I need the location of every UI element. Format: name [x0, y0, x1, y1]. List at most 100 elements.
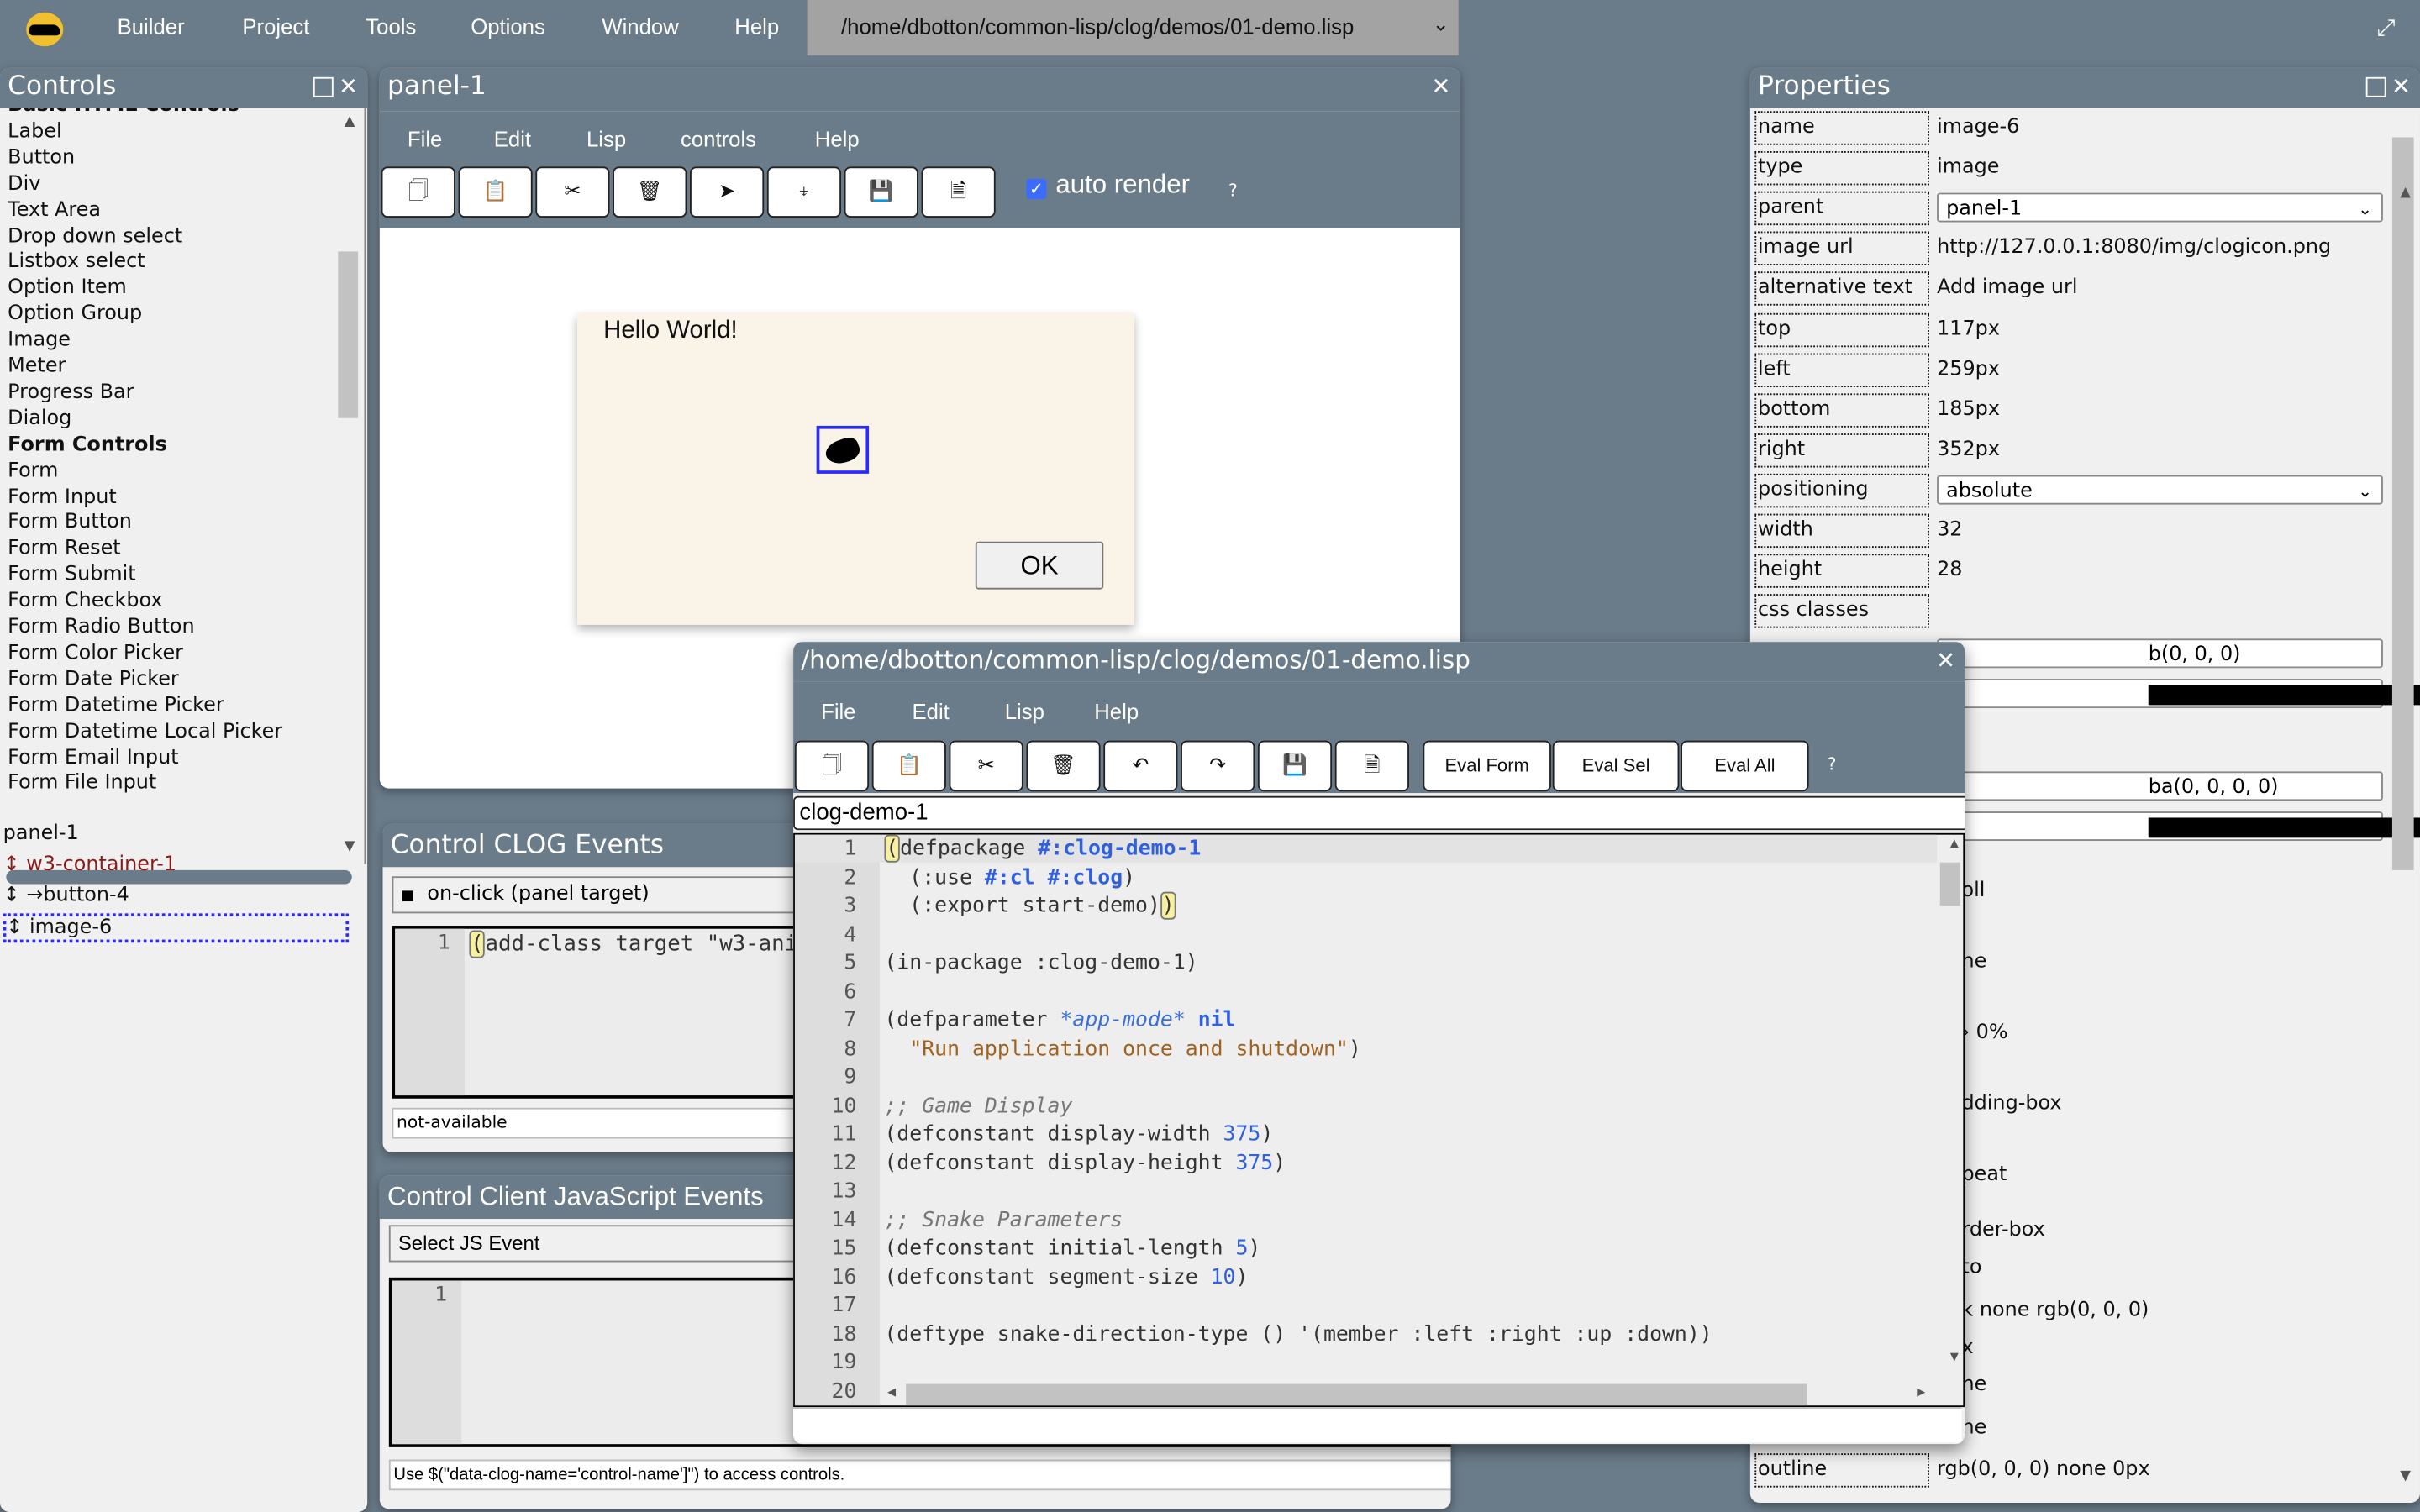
controls-titlebar[interactable]: Controls ✕	[0, 67, 368, 108]
property-select[interactable]: panel-1 ⌄	[1937, 192, 2383, 223]
control-item[interactable]: Form Date Picker	[8, 668, 179, 691]
control-item[interactable]: Meter	[8, 354, 66, 378]
control-item[interactable]: Form Datetime Picker	[8, 694, 224, 717]
save-button[interactable]: 💾	[844, 166, 918, 218]
property-value-partial[interactable]: peat	[1961, 1163, 2007, 1187]
code-scrollbar-thumb[interactable]	[1939, 862, 1960, 906]
control-item[interactable]: Div	[8, 172, 40, 196]
property-value-partial[interactable]: rder-box	[1961, 1219, 2044, 1242]
redo-button[interactable]: ↷	[1181, 740, 1255, 792]
property-value-partial[interactable]: › 0%	[1961, 1021, 2007, 1045]
tree-item[interactable]: ↕ →button-4	[3, 884, 129, 907]
control-item[interactable]: Form Button	[8, 512, 132, 535]
control-item[interactable]: Option Group	[8, 302, 142, 326]
control-item[interactable]: Label	[8, 120, 61, 144]
control-item[interactable]: Form File Input	[8, 772, 156, 795]
control-item[interactable]: Form Radio Button	[8, 616, 194, 639]
panel-menu-help[interactable]: Help	[815, 127, 860, 151]
property-value-partial[interactable]: ne	[1961, 950, 1986, 974]
menu-builder[interactable]: Builder	[118, 14, 185, 39]
help-icon[interactable]: ?	[1828, 754, 1837, 774]
control-item[interactable]: Form	[8, 459, 58, 483]
property-value-partial[interactable]: k none rgb(0, 0, 0)	[1961, 1299, 2149, 1323]
maximize-icon[interactable]	[313, 76, 334, 97]
property-value[interactable]: 185px	[1937, 397, 2000, 421]
scroll-up-icon[interactable]: ▲	[2400, 185, 2411, 200]
render-button[interactable]: ➤	[690, 166, 765, 218]
property-color-select-1[interactable]: ⌄	[1937, 679, 2420, 709]
property-value[interactable]: image-6	[1937, 116, 2019, 139]
control-item[interactable]: Form Color Picker	[8, 642, 183, 665]
expand-icon[interactable]: ⤢	[2377, 14, 2396, 42]
editor-menu-help[interactable]: Help	[1094, 699, 1139, 723]
scroll-up-icon[interactable]: ▲	[1950, 837, 1959, 852]
menu-project[interactable]: Project	[242, 14, 309, 39]
control-item[interactable]: Basic HTML Controls	[8, 108, 239, 118]
save-button[interactable]: 💾	[1257, 740, 1333, 792]
scroll-left-icon[interactable]: ◀	[887, 1385, 896, 1400]
delete-button[interactable]: 🗑	[1026, 740, 1101, 792]
paste-to-button[interactable]: ⍖	[766, 166, 842, 218]
property-value[interactable]: 117px	[1937, 317, 2000, 340]
property-value[interactable]: Add image url	[1937, 276, 2077, 300]
property-value[interactable]: http://127.0.0.1:8080/img/clogicon.png	[1937, 237, 2331, 260]
move-handle-icon[interactable]: ↕	[3, 853, 27, 877]
scroll-up-icon[interactable]: ▲	[345, 114, 355, 129]
control-item[interactable]: Option Item	[8, 276, 127, 300]
eval-all-button[interactable]: Eval All	[1681, 740, 1809, 792]
export-button[interactable]: 🗎	[1334, 740, 1409, 792]
code-editor[interactable]: 1 2 3 4 5 6 7 8 9 10 11 12 13 14 15 16 17 18 19 20 (defpack…	[793, 832, 1965, 1408]
control-item[interactable]: Drop down select	[8, 224, 182, 248]
panel-menu-lisp[interactable]: Lisp	[587, 127, 626, 151]
code-vertical-scrollbar[interactable]: ▲ ▼	[1939, 835, 1963, 1378]
editor-titlebar[interactable]: /home/dbotton/common-lisp/clog/demos/01-…	[793, 642, 1965, 682]
menu-options[interactable]: Options	[471, 14, 545, 39]
property-color-input-1[interactable]: b(0, 0, 0)	[1937, 638, 2383, 669]
control-item[interactable]: Image	[8, 328, 71, 352]
property-value[interactable]: image	[1937, 156, 1999, 180]
property-value-partial[interactable]: dding-box	[1961, 1092, 2061, 1116]
property-color-select-2[interactable]: ⌄	[1937, 811, 2420, 842]
close-icon[interactable]: ✕	[1431, 72, 1450, 100]
clog-image-selected[interactable]	[816, 425, 870, 474]
editor-menu-file[interactable]: File	[821, 699, 855, 723]
hello-dialog[interactable]: Hello World! OK	[576, 312, 1134, 625]
tree-item[interactable]: panel-1	[3, 822, 79, 846]
close-icon[interactable]: ✕	[1936, 647, 1955, 675]
export-button[interactable]: 🗎	[921, 166, 996, 218]
property-value[interactable]: 32	[1937, 518, 1962, 542]
tree-item[interactable]: ↕ w3-container-1	[3, 853, 176, 877]
code-horizontal-scrollbar-thumb[interactable]	[906, 1383, 1807, 1406]
close-icon[interactable]: ✕	[2391, 72, 2411, 100]
property-value-partial[interactable]: oll	[1961, 879, 1985, 903]
control-item[interactable]: Form Submit	[8, 564, 135, 587]
property-value[interactable]: 259px	[1937, 357, 2000, 381]
control-item[interactable]: Dialog	[8, 407, 71, 431]
control-item[interactable]: Progress Bar	[8, 381, 134, 404]
properties-titlebar[interactable]: Properties ✕	[1749, 67, 2420, 108]
paste-button[interactable]: 📋	[458, 166, 533, 218]
scroll-right-icon[interactable]: ▶	[1917, 1385, 1925, 1400]
paste-button[interactable]: 📋	[871, 740, 946, 792]
clog-logo-icon[interactable]	[26, 12, 64, 47]
cut-button[interactable]: ✂	[949, 740, 1023, 792]
undo-button[interactable]: ↶	[1103, 740, 1178, 792]
scroll-down-icon[interactable]: ▼	[345, 839, 355, 854]
editor-menu-edit[interactable]: Edit	[913, 699, 950, 723]
menu-window[interactable]: Window	[602, 14, 678, 39]
property-value[interactable]: 28	[1937, 559, 1962, 582]
panel-menu-edit[interactable]: Edit	[494, 127, 531, 151]
property-value-partial[interactable]: ne	[1961, 1416, 1986, 1440]
scroll-down-icon[interactable]: ▼	[2400, 1469, 2411, 1484]
editor-menu-lisp[interactable]: Lisp	[1005, 699, 1044, 723]
eval-form-button[interactable]: Eval Form	[1423, 740, 1551, 792]
control-item[interactable]: Listbox select	[8, 250, 145, 274]
copy-button[interactable]: 🗍	[381, 166, 455, 218]
package-input[interactable]: clog-demo-1	[793, 795, 1965, 831]
tree-item[interactable]: ↕ image-6	[3, 913, 350, 943]
control-item[interactable]: Form Datetime Local Picker	[8, 720, 282, 743]
control-item[interactable]: Form Input	[8, 486, 117, 509]
menu-help[interactable]: Help	[734, 14, 779, 39]
auto-render-checkbox[interactable]: ✓	[1026, 179, 1047, 199]
control-item[interactable]: Form Controls	[8, 433, 167, 457]
